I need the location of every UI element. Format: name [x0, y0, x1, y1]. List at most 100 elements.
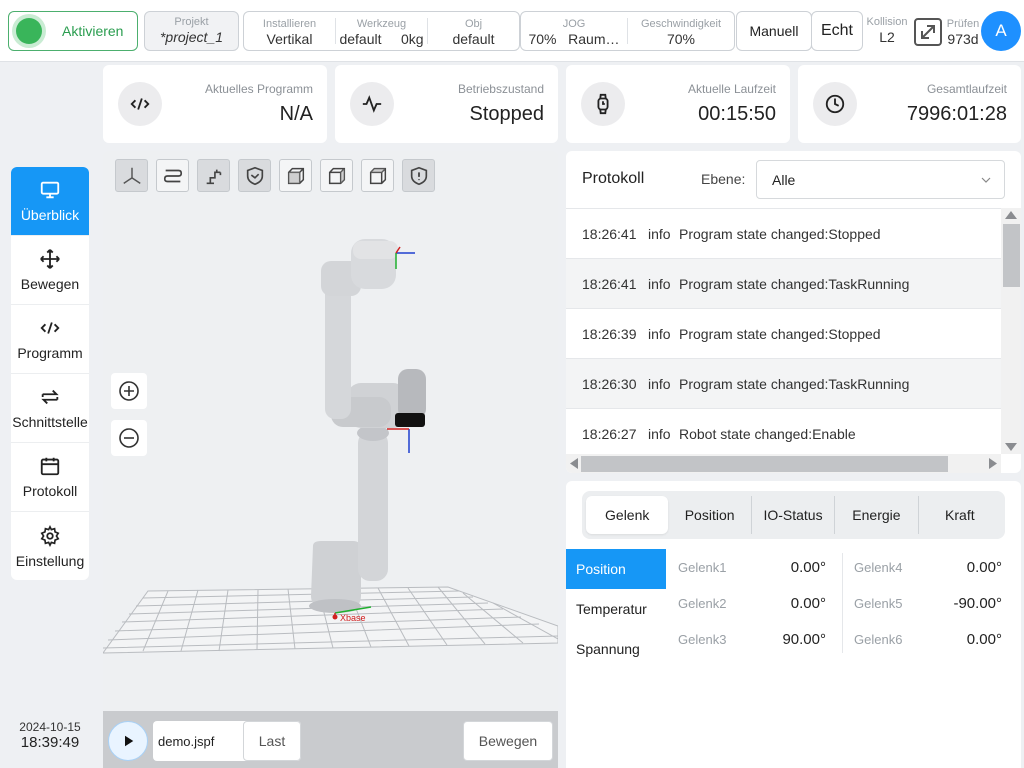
sidebar-item-label: Überblick — [20, 207, 80, 223]
sidebar-item-move[interactable]: Bewegen — [11, 236, 89, 305]
sidebar-item-label: Protokoll — [22, 483, 78, 499]
load-button[interactable]: Last — [243, 721, 301, 761]
card-label: Aktuelles Programm — [204, 82, 313, 96]
view-safety-button[interactable] — [402, 159, 435, 192]
level-select-value: Alle — [772, 171, 796, 188]
move-button[interactable]: Bewegen — [463, 721, 553, 761]
sidebar-item-settings[interactable]: Einstellung — [11, 512, 89, 580]
real-mode-button[interactable]: Echt — [811, 11, 863, 51]
view-side-button[interactable] — [320, 159, 353, 192]
operating-state-card: Betriebszustand Stopped — [335, 65, 558, 143]
level-label: Ebene: — [701, 171, 746, 187]
jog-group[interactable]: JOG 70% Raum… Geschwindigkeit 70% — [520, 11, 735, 51]
user-avatar[interactable]: A — [981, 11, 1021, 51]
jog-caption: JOG — [562, 18, 586, 30]
horizontal-scrollbar[interactable] — [566, 454, 1001, 473]
joint-row: Gelenk5 -90.00° — [843, 585, 1018, 621]
view-axes-button[interactable] — [115, 159, 148, 192]
speed-value: 70% — [666, 31, 696, 47]
sidebar: Überblick Bewegen Programm Schnittstelle… — [11, 167, 89, 580]
view-front-button[interactable] — [279, 159, 312, 192]
vertical-scrollbar[interactable] — [1001, 208, 1021, 454]
joint-name: Gelenk6 — [854, 631, 903, 647]
zoom-out-button[interactable] — [111, 420, 147, 456]
log-row[interactable]: 18:26:39 info Program state changed:Stop… — [566, 309, 1001, 359]
sidebar-item-program[interactable]: Programm — [11, 305, 89, 374]
collision-caption: Kollision — [866, 16, 908, 28]
zoom-in-icon — [119, 381, 139, 401]
sidebar-item-interface[interactable]: Schnittstelle — [11, 374, 89, 443]
code-icon — [118, 82, 162, 126]
tab-energy[interactable]: Energie — [835, 496, 919, 534]
log-time: 18:26:30 — [582, 375, 637, 392]
clock-icon — [813, 82, 857, 126]
log-level: info — [648, 325, 671, 342]
current-program-card: Aktuelles Programm N/A — [103, 65, 327, 143]
tab-position[interactable]: Position — [668, 496, 752, 534]
robot-3d-viewport[interactable]: Xbase demo.jspf Last Bewegen — [103, 151, 558, 768]
current-runtime-card: Aktuelle Laufzeit 00:15:50 — [566, 65, 790, 143]
log-message: Program state changed:TaskRunning — [679, 275, 910, 292]
zoom-out-icon — [119, 428, 139, 448]
project-selector[interactable]: Projekt *project_1 — [144, 11, 239, 51]
protocol-log-list: 18:26:41 info Program state changed:Stop… — [566, 208, 1001, 454]
joint-name: Gelenk1 — [678, 559, 727, 575]
log-level: info — [648, 426, 671, 442]
tab-joint[interactable]: Gelenk — [586, 496, 669, 534]
log-row[interactable]: 18:26:30 info Program state changed:Task… — [566, 359, 1001, 409]
collision-level[interactable]: Kollision L2 — [864, 14, 910, 46]
sidebar-item-protocol[interactable]: Protokoll — [11, 443, 89, 512]
activate-label: Aktivieren — [62, 23, 124, 39]
level-select[interactable]: Alle — [756, 160, 1005, 199]
view-shield-button[interactable] — [238, 159, 271, 192]
joint-value: 0.00° — [790, 558, 826, 576]
view-path-button[interactable] — [156, 159, 189, 192]
subtab-voltage[interactable]: Spannung — [566, 629, 666, 669]
install-caption: Installieren — [262, 18, 317, 30]
horizontal-scroll-thumb[interactable] — [581, 456, 948, 472]
fullscreen-icon[interactable] — [913, 17, 943, 47]
log-level: info — [648, 375, 671, 392]
card-label: Betriebszustand — [457, 82, 544, 96]
view-robot-button[interactable] — [197, 159, 230, 192]
manual-button[interactable]: Manuell — [736, 11, 812, 51]
object-caption: Obj — [464, 18, 483, 30]
program-control-bar: demo.jspf Last Bewegen — [103, 711, 558, 768]
card-label: Aktuelle Laufzeit — [687, 82, 776, 96]
cube-side-icon — [328, 167, 345, 184]
install-group[interactable]: Installieren Vertikal Werkzeug default 0… — [243, 11, 520, 51]
activate-button[interactable]: Aktivieren — [8, 11, 138, 51]
move-icon — [40, 249, 60, 269]
tool-caption: Werkzeug — [356, 18, 407, 30]
tool-cell: Werkzeug default 0kg — [336, 18, 428, 47]
subtab-temperature[interactable]: Temperatur — [566, 589, 666, 629]
vertical-scroll-thumb[interactable] — [1003, 224, 1020, 287]
joint-value: 0.00° — [966, 558, 1002, 576]
tab-force[interactable]: Kraft — [919, 496, 1001, 534]
code-icon — [40, 322, 60, 334]
current-date: 2024-10-15 — [19, 720, 81, 734]
tab-io-status[interactable]: IO-Status — [752, 496, 836, 534]
shield-check-icon — [246, 166, 263, 185]
check-value: 973d — [947, 31, 979, 47]
object-value: default — [452, 31, 495, 47]
robot-arm-icon — [206, 169, 221, 184]
jog-cell: JOG 70% Raum… — [521, 18, 628, 47]
card-value: Stopped — [469, 103, 544, 125]
card-label: Gesamtlaufzeit — [926, 82, 1007, 96]
project-caption: Projekt — [174, 16, 209, 28]
check-status[interactable]: Prüfen 973d — [944, 14, 982, 48]
joint-row: Gelenk1 0.00° — [667, 549, 842, 585]
log-row[interactable]: 18:26:41 info Program state changed:Task… — [566, 259, 1001, 309]
sidebar-item-overview[interactable]: Überblick — [11, 167, 89, 236]
subtab-position[interactable]: Position — [566, 549, 666, 589]
cube-front-icon — [287, 167, 304, 184]
zoom-in-button[interactable] — [111, 373, 147, 409]
play-button[interactable] — [108, 721, 148, 761]
log-row[interactable]: 18:26:27 info Robot state changed:Enable — [566, 409, 1001, 459]
view-top-button[interactable] — [361, 159, 394, 192]
log-row[interactable]: 18:26:41 info Program state changed:Stop… — [566, 209, 1001, 259]
check-caption: Prüfen — [946, 18, 980, 30]
card-value: 7996:01:28 — [906, 103, 1007, 125]
play-icon — [125, 735, 134, 747]
